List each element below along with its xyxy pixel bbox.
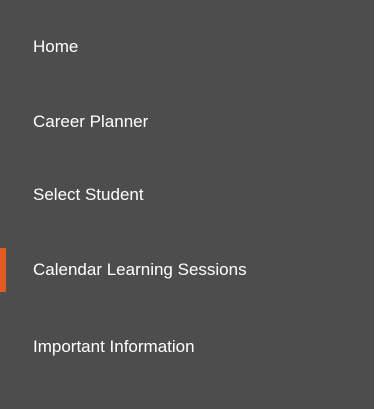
nav-item-calendar-learning-sessions[interactable]: Calendar Learning Sessions [0, 248, 374, 292]
nav-item-career-planner[interactable]: Career Planner [0, 100, 374, 144]
nav-item-label: Select Student [33, 185, 144, 204]
nav-item-label: Career Planner [33, 112, 149, 131]
app-frame: Home Career Planner Select Student Calen… [0, 0, 383, 409]
side-navigation: Home Career Planner Select Student Calen… [0, 0, 374, 409]
nav-item-important-information[interactable]: Important Information [0, 325, 374, 369]
nav-item-select-student[interactable]: Select Student [0, 173, 374, 217]
active-indicator [0, 248, 6, 292]
page-background-strip [374, 0, 383, 409]
nav-item-label: Home [33, 37, 79, 56]
nav-item-label: Important Information [33, 337, 195, 356]
nav-item-home[interactable]: Home [0, 25, 374, 69]
nav-item-label: Calendar Learning Sessions [33, 260, 247, 279]
